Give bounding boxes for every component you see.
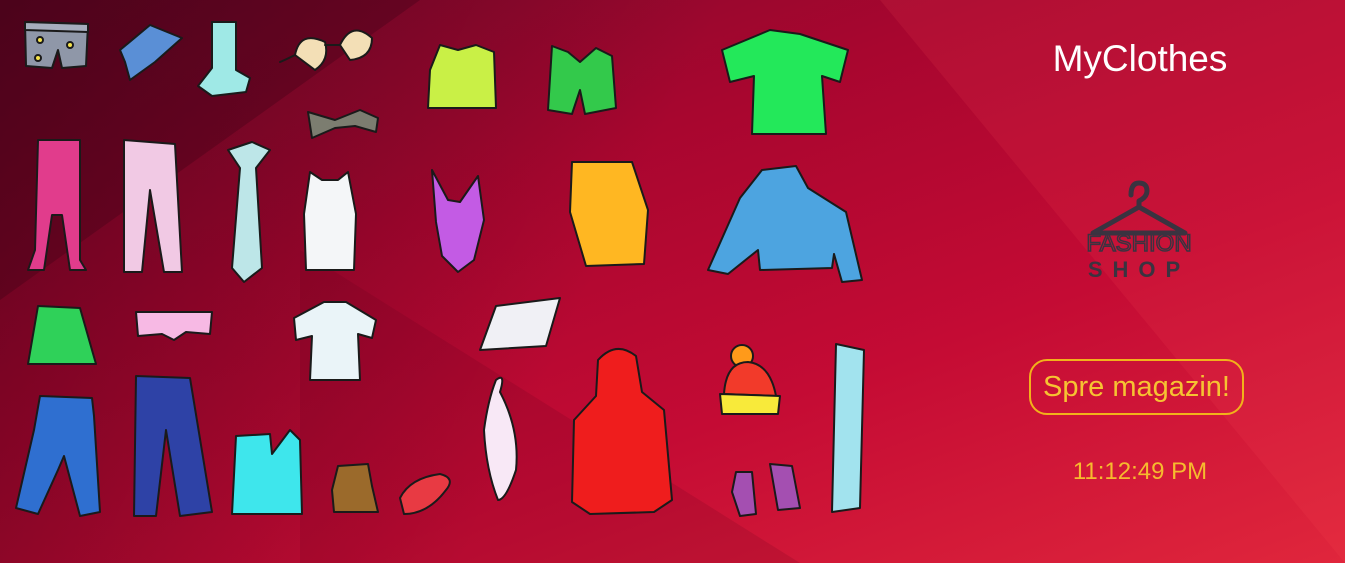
logo-line1: FASHION [1086,230,1191,257]
flat-shoe-icon [399,473,451,515]
page-title: MyClothes [1052,38,1228,79]
scarf-icon [119,24,183,81]
hanger-icon [1090,180,1188,236]
bra-icon [279,29,373,71]
mittens-icon [731,463,801,517]
underwear-icon [135,311,213,341]
tshirt-icon [721,29,849,135]
brand-panel: MyClothes FASHION SHOP Spre magazin! 11:… [1000,0,1280,563]
hoodie-icon [571,348,673,515]
swimsuit-icon [431,169,485,273]
trousers-icon [133,375,213,517]
sock-icon [197,21,251,97]
clothing-illustration [15,21,865,517]
tights-icon [27,139,87,271]
tank-top-icon [427,44,497,109]
beanie-icon [719,344,781,415]
long-scarf-icon [831,343,865,513]
apron-icon [569,161,649,267]
skirt-icon [27,305,97,365]
boot-icon [231,429,303,515]
tie-icon [227,141,271,283]
shirt-icon [293,301,377,381]
current-time: 11:12:49 PM [1072,458,1208,485]
shorts-icon [24,21,89,69]
napkin-icon [483,376,518,501]
leggings-icon [123,139,183,273]
go-to-shop-button[interactable]: Spre magazin! [1029,359,1244,415]
handkerchief-icon [479,297,561,351]
fashion-shop-logo: FASHION SHOP [1086,180,1192,282]
sweater-icon [707,165,863,283]
logo-line2: SHOP [1088,257,1190,282]
shoe-icon [331,463,379,513]
jeans-icon [15,395,101,517]
bowtie-icon [307,109,379,139]
vest-icon [547,45,617,115]
undershirt-icon [303,171,357,271]
